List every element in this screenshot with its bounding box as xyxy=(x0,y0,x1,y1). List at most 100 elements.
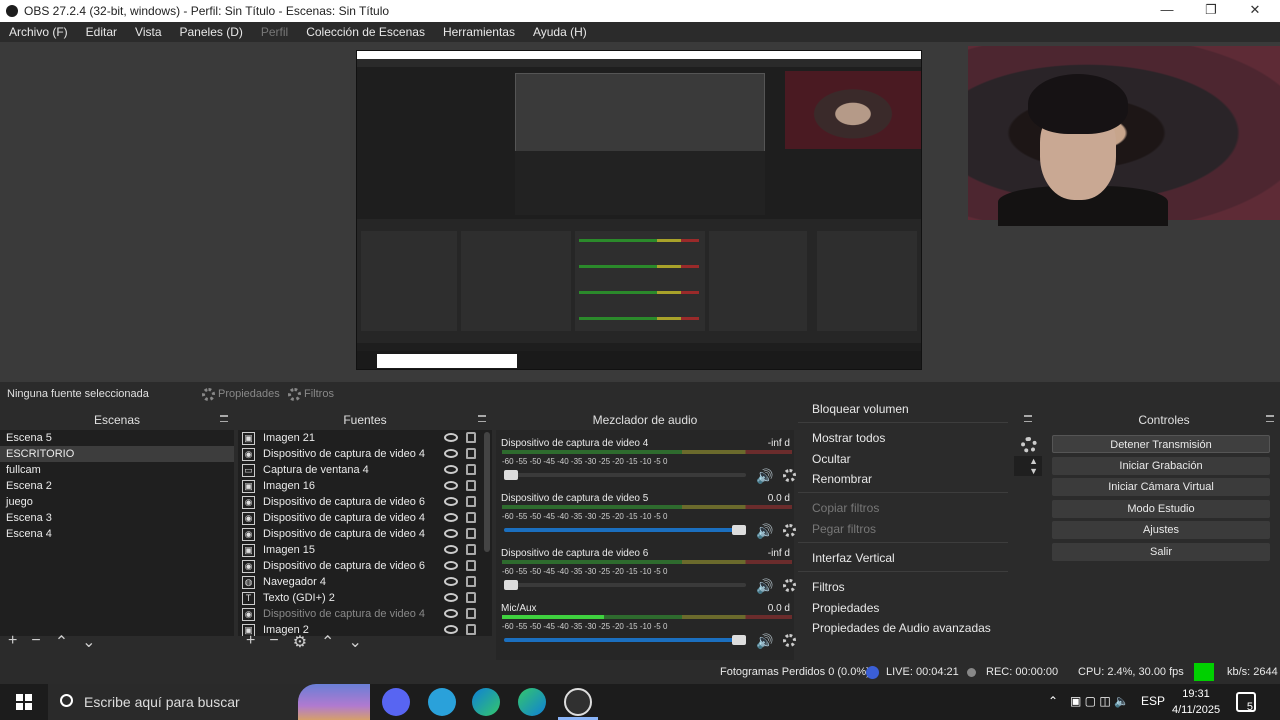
edge-beta-app-icon[interactable] xyxy=(518,688,546,716)
eye-icon[interactable] xyxy=(444,449,458,458)
lock-icon[interactable] xyxy=(466,480,476,491)
speaker-icon[interactable]: 🔊 xyxy=(756,523,773,540)
undock-icon[interactable] xyxy=(1266,415,1274,422)
gear-icon[interactable] xyxy=(783,469,796,482)
eye-icon[interactable] xyxy=(444,481,458,490)
volume-slider[interactable] xyxy=(504,580,746,590)
source-item[interactable]: ◉ Dispositivo de captura de video 6 xyxy=(238,558,492,574)
minimize-button[interactable]: — xyxy=(1144,2,1190,20)
scene-item[interactable]: Escena 4 xyxy=(0,526,234,542)
speaker-icon[interactable]: 🔊 xyxy=(756,633,773,650)
speaker-icon[interactable]: 🔊 xyxy=(756,578,773,595)
lock-icon[interactable] xyxy=(466,560,476,571)
close-button[interactable]: ✕ xyxy=(1232,2,1278,20)
source-item[interactable]: ◉ Dispositivo de captura de video 4 xyxy=(238,510,492,526)
menu-item-hide[interactable]: Ocultar xyxy=(812,452,851,466)
lock-icon[interactable] xyxy=(466,608,476,619)
slider-handle[interactable] xyxy=(732,635,746,645)
menu-item-show-all[interactable]: Mostrar todos xyxy=(812,431,885,445)
studio-mode-button[interactable]: Modo Estudio xyxy=(1052,500,1270,518)
source-item[interactable]: ◉ Dispositivo de captura de video 4 xyxy=(238,526,492,542)
lock-icon[interactable] xyxy=(466,528,476,539)
slider-handle[interactable] xyxy=(504,470,518,480)
eye-icon[interactable] xyxy=(444,593,458,602)
notification-icon[interactable]: 5 xyxy=(1236,692,1256,713)
slider-handle[interactable] xyxy=(732,525,746,535)
eye-icon[interactable] xyxy=(444,529,458,538)
lock-icon[interactable] xyxy=(466,512,476,523)
scene-list[interactable]: Escena 5 ESCRITORIO fullcam Escena 2 jue… xyxy=(0,430,234,636)
lock-icon[interactable] xyxy=(466,496,476,507)
source-item[interactable]: ◉ Dispositivo de captura de video 4 xyxy=(238,606,492,622)
eye-icon[interactable] xyxy=(444,545,458,554)
source-item[interactable]: ▣ Imagen 16 xyxy=(238,478,492,494)
slider-handle[interactable] xyxy=(504,580,518,590)
lock-icon[interactable] xyxy=(466,448,476,459)
duration-spinner[interactable]: ▲ ▼ xyxy=(1014,456,1042,476)
source-item[interactable]: ◍ Navegador 4 xyxy=(238,574,492,590)
source-item[interactable]: ◉ Dispositivo de captura de video 4 xyxy=(238,446,492,462)
scene-item[interactable]: juego xyxy=(0,494,234,510)
volume-icon[interactable]: 🔈 xyxy=(1114,694,1129,708)
volume-slider[interactable] xyxy=(504,635,746,645)
start-recording-button[interactable]: Iniciar Grabación xyxy=(1052,457,1270,475)
obs-app-icon[interactable] xyxy=(564,688,592,716)
source-item[interactable]: T Texto (GDI+) 2 xyxy=(238,590,492,606)
edge-app-icon[interactable] xyxy=(472,688,500,716)
transition-settings-icon[interactable] xyxy=(1021,437,1037,453)
maximize-button[interactable]: ❐ xyxy=(1188,2,1234,20)
menu-item-filters[interactable]: Filtros xyxy=(812,580,845,594)
volume-slider[interactable] xyxy=(504,525,746,535)
undock-icon[interactable] xyxy=(1024,415,1032,422)
scene-item-selected[interactable]: ESCRITORIO xyxy=(0,446,234,462)
eye-icon[interactable] xyxy=(444,513,458,522)
move-down-icon[interactable]: ⌄ xyxy=(348,632,361,652)
source-list[interactable]: ▣ Imagen 21 ◉ Dispositivo de captura de vid… xyxy=(238,430,492,636)
undock-icon[interactable] xyxy=(220,415,228,422)
settings-button[interactable]: Ajustes xyxy=(1052,521,1270,539)
source-item[interactable]: ▣ Imagen 21 xyxy=(238,430,492,446)
scene-item[interactable]: Escena 3 xyxy=(0,510,234,526)
menu-item-lock-volume[interactable]: Bloquear volumen xyxy=(812,402,909,416)
menu-archivo[interactable]: Archivo (F) xyxy=(0,22,77,42)
gear-icon[interactable] xyxy=(783,634,796,647)
gear-icon[interactable] xyxy=(783,579,796,592)
taskbar-search[interactable]: Escribe aquí para buscar xyxy=(48,684,370,720)
speaker-icon[interactable]: 🔊 xyxy=(756,468,773,485)
system-clock[interactable]: 19:31 4/11/2025 xyxy=(1172,686,1220,718)
source-settings-icon[interactable]: ⚙ xyxy=(293,632,307,652)
menu-item-properties[interactable]: Propiedades xyxy=(812,601,879,615)
lock-icon[interactable] xyxy=(466,592,476,603)
remove-source-icon[interactable]: − xyxy=(269,632,278,652)
scene-item[interactable]: fullcam xyxy=(0,462,234,478)
menu-herramientas[interactable]: Herramientas xyxy=(434,22,524,42)
menu-item-vertical-layout[interactable]: Interfaz Vertical xyxy=(812,551,895,565)
eye-icon[interactable] xyxy=(444,561,458,570)
scene-item[interactable]: Escena 5 xyxy=(0,430,234,446)
menu-coleccion-escenas[interactable]: Colección de Escenas xyxy=(297,22,434,42)
add-source-icon[interactable]: + xyxy=(246,632,255,652)
lock-icon[interactable] xyxy=(466,432,476,443)
telegram-app-icon[interactable] xyxy=(428,688,456,716)
gear-icon[interactable] xyxy=(783,524,796,537)
discord-app-icon[interactable] xyxy=(382,688,410,716)
stop-streaming-button[interactable]: Detener Transmisión xyxy=(1052,435,1270,453)
lock-icon[interactable] xyxy=(466,544,476,555)
source-list-scrollbar[interactable] xyxy=(484,432,490,552)
lock-icon[interactable] xyxy=(466,624,476,635)
move-up-icon[interactable]: ⌃ xyxy=(55,632,68,652)
eye-icon[interactable] xyxy=(444,497,458,506)
volume-slider[interactable] xyxy=(504,470,746,480)
move-down-icon[interactable]: ⌄ xyxy=(82,632,95,652)
move-up-icon[interactable]: ⌃ xyxy=(321,632,334,652)
start-virtual-camera-button[interactable]: Iniciar Cámara Virtual xyxy=(1052,478,1270,496)
properties-button[interactable]: Propiedades xyxy=(198,384,284,404)
menu-perfil[interactable]: Perfil xyxy=(252,22,297,42)
start-button[interactable] xyxy=(16,694,32,710)
source-item[interactable]: ▭ Captura de ventana 4 xyxy=(238,462,492,478)
source-item[interactable]: ▣ Imagen 15 xyxy=(238,542,492,558)
language-indicator[interactable]: ESP xyxy=(1141,694,1165,708)
tray-overflow-icon[interactable]: ⌃ xyxy=(1048,694,1058,708)
lock-icon[interactable] xyxy=(466,464,476,475)
remove-scene-icon[interactable]: − xyxy=(31,632,40,652)
